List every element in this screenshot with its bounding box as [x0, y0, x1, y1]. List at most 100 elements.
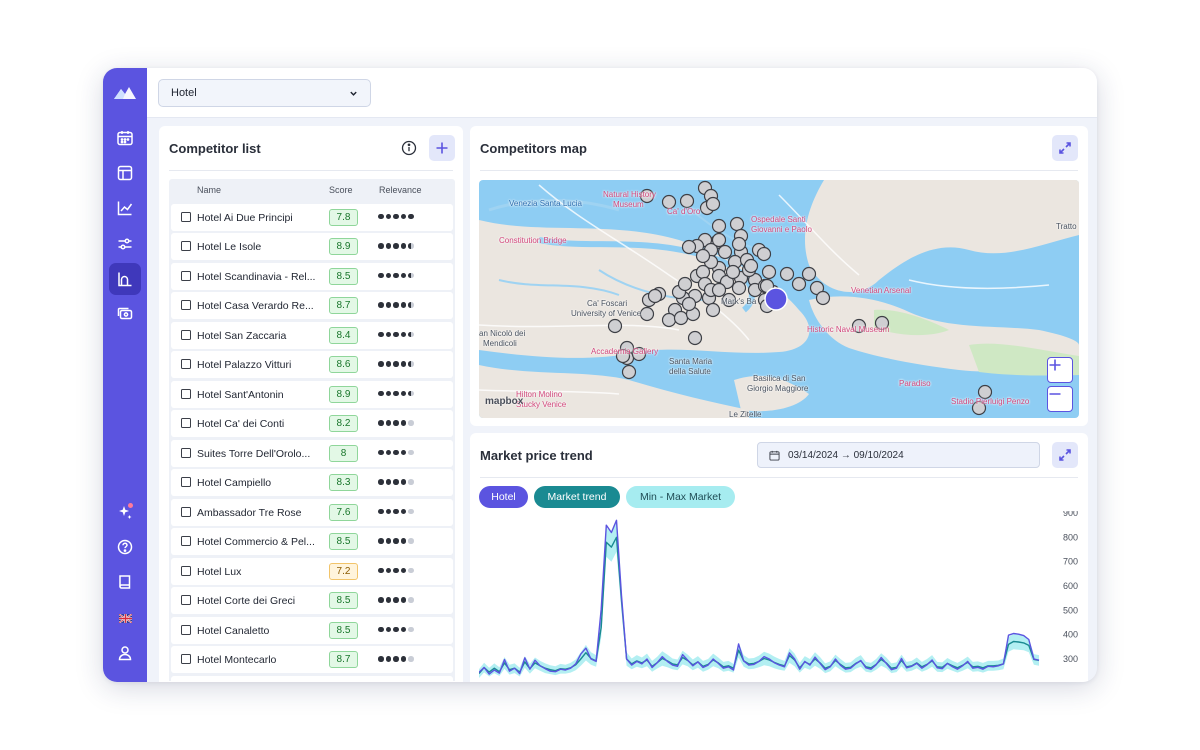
- competitor-marker[interactable]: [791, 276, 807, 292]
- competitor-marker[interactable]: [815, 290, 831, 306]
- competitor-row[interactable]: Hotel Ai Due Principi 7.8: [171, 203, 453, 231]
- relevance-rating: [378, 390, 414, 398]
- competitor-marker[interactable]: [711, 282, 727, 298]
- competitor-marker[interactable]: [779, 266, 795, 282]
- zoom-out-button[interactable]: [1047, 386, 1073, 412]
- competitor-marker[interactable]: [647, 288, 663, 304]
- competitor-checkbox[interactable]: [181, 595, 191, 605]
- sidebar-settings-button[interactable]: [109, 228, 141, 260]
- competitor-row[interactable]: Suites Torre Dell'Orolo... 8: [171, 439, 453, 467]
- relevance-rating: [378, 626, 414, 634]
- legend-hotel-toggle[interactable]: Hotel: [479, 486, 528, 508]
- own-hotel-marker[interactable]: [764, 287, 788, 311]
- competitor-marker[interactable]: [705, 302, 721, 318]
- competitor-checkbox[interactable]: [181, 418, 191, 428]
- competitor-marker[interactable]: [639, 306, 655, 322]
- relevance-dot: [400, 479, 406, 485]
- competitor-row[interactable]: Hotel Sant'Antonin 8.9: [171, 380, 453, 408]
- competitor-checkbox[interactable]: [181, 624, 191, 635]
- competitor-marker[interactable]: [711, 218, 727, 234]
- competitor-row[interactable]: Ambassador Tre Rose 7.6: [171, 498, 453, 526]
- competitor-checkbox[interactable]: [181, 359, 191, 369]
- competitor-marker[interactable]: [731, 280, 747, 296]
- competitor-name: Hotel Palazzo Vitturi: [197, 359, 292, 371]
- sidebar-calendar-button[interactable]: [109, 122, 141, 154]
- relevance-dot: [393, 213, 399, 219]
- competitor-marker[interactable]: [729, 216, 745, 232]
- competitor-marker[interactable]: [731, 236, 747, 252]
- competitor-row[interactable]: Hotel Commercio & Pel... 8.5: [171, 528, 453, 555]
- sidebar-docs-button[interactable]: [109, 566, 141, 598]
- relevance-dot: [385, 508, 391, 514]
- competitor-checkbox[interactable]: [181, 506, 191, 517]
- competitor-row[interactable]: Hotel Le Isole 8.9: [171, 233, 453, 260]
- competitor-checkbox[interactable]: [181, 388, 191, 399]
- expand-trend-button[interactable]: [1052, 442, 1078, 468]
- competitor-checkbox[interactable]: [181, 565, 191, 576]
- competitor-row[interactable]: Hotel Campiello 8.3: [171, 469, 453, 496]
- competitor-checkbox[interactable]: [181, 241, 191, 251]
- competitor-checkbox[interactable]: [181, 447, 191, 458]
- competitor-row[interactable]: Hotel Canaletto 8.5: [171, 616, 453, 644]
- sidebar-ai-button[interactable]: [109, 496, 141, 528]
- sidebar-layout-button[interactable]: [109, 157, 141, 189]
- competitor-marker[interactable]: [695, 248, 711, 264]
- competitor-row[interactable]: Hotel Scandinavia - Rel... 8.5: [171, 262, 453, 290]
- competitor-marker[interactable]: [661, 312, 677, 328]
- competitor-marker[interactable]: [673, 310, 689, 326]
- min-max-band: [479, 522, 1039, 678]
- competitor-marker[interactable]: [695, 264, 711, 280]
- competitor-marker[interactable]: [801, 266, 817, 282]
- competitor-row[interactable]: Hotel Ca' dei Conti 8.2: [171, 410, 453, 437]
- relevance-dot: [378, 597, 384, 603]
- sidebar-profile-button[interactable]: [109, 637, 141, 669]
- relevance-dot: [378, 479, 384, 485]
- competitor-checkbox[interactable]: [181, 300, 191, 310]
- competitor-marker[interactable]: [756, 246, 772, 262]
- expand-map-button[interactable]: [1052, 135, 1078, 161]
- competitor-row[interactable]: Hotel Montecarlo 8.7: [171, 646, 453, 673]
- competitor-marker[interactable]: [743, 258, 759, 274]
- sidebar-language-button[interactable]: [109, 602, 141, 634]
- competitor-marker[interactable]: [607, 318, 623, 334]
- competitor-marker[interactable]: [761, 264, 777, 280]
- competitor-checkbox[interactable]: [181, 477, 191, 487]
- competitor-marker[interactable]: [705, 196, 721, 212]
- top-bar: Hotel: [147, 68, 1097, 118]
- competitor-marker[interactable]: [717, 244, 733, 260]
- legend-market-trend-toggle[interactable]: Market trend: [534, 486, 620, 508]
- competitor-marker[interactable]: [677, 276, 693, 292]
- date-range-picker[interactable]: 03/14/2024 → 09/10/2024: [757, 442, 1040, 468]
- competitor-row[interactable]: [171, 675, 453, 681]
- competitor-marker[interactable]: [681, 296, 697, 312]
- competitor-row[interactable]: Hotel San Zaccaria 8.4: [171, 321, 453, 349]
- zoom-in-button[interactable]: [1047, 357, 1073, 383]
- competitor-row[interactable]: Hotel Palazzo Vitturi 8.6: [171, 351, 453, 378]
- relevance-dot: [385, 567, 391, 573]
- competitor-checkbox[interactable]: [181, 536, 191, 546]
- competitor-checkbox[interactable]: [181, 329, 191, 340]
- sidebar-rates-button[interactable]: [109, 298, 141, 330]
- competitor-marker[interactable]: [679, 193, 695, 209]
- competitor-row[interactable]: Hotel Corte dei Greci 8.5: [171, 587, 453, 614]
- hotel-select[interactable]: Hotel: [158, 79, 371, 107]
- competitor-checkbox[interactable]: [181, 211, 191, 222]
- competitor-marker[interactable]: [711, 232, 727, 248]
- competitor-marker[interactable]: [621, 364, 637, 380]
- competitor-marker[interactable]: [681, 239, 697, 255]
- competitor-marker[interactable]: [687, 330, 703, 346]
- competitor-row[interactable]: Hotel Casa Verardo Re... 8.7: [171, 292, 453, 319]
- info-icon[interactable]: [401, 140, 417, 156]
- competitor-checkbox[interactable]: [181, 270, 191, 281]
- competitor-name: Suites Torre Dell'Orolo...: [197, 447, 311, 460]
- add-competitor-button[interactable]: [429, 135, 455, 161]
- sidebar-competitors-button[interactable]: [109, 263, 141, 295]
- relevance-dot: [400, 243, 406, 249]
- sidebar-help-button[interactable]: [109, 531, 141, 563]
- legend-min-max-toggle[interactable]: Min - Max Market: [626, 486, 735, 508]
- competitor-checkbox[interactable]: [181, 654, 191, 664]
- competitor-marker[interactable]: [725, 264, 741, 280]
- sidebar-analytics-button[interactable]: [109, 192, 141, 224]
- competitors-map[interactable]: Venezia Santa Lucia Natural History Muse…: [479, 180, 1079, 418]
- competitor-row[interactable]: Hotel Lux 7.2: [171, 557, 453, 585]
